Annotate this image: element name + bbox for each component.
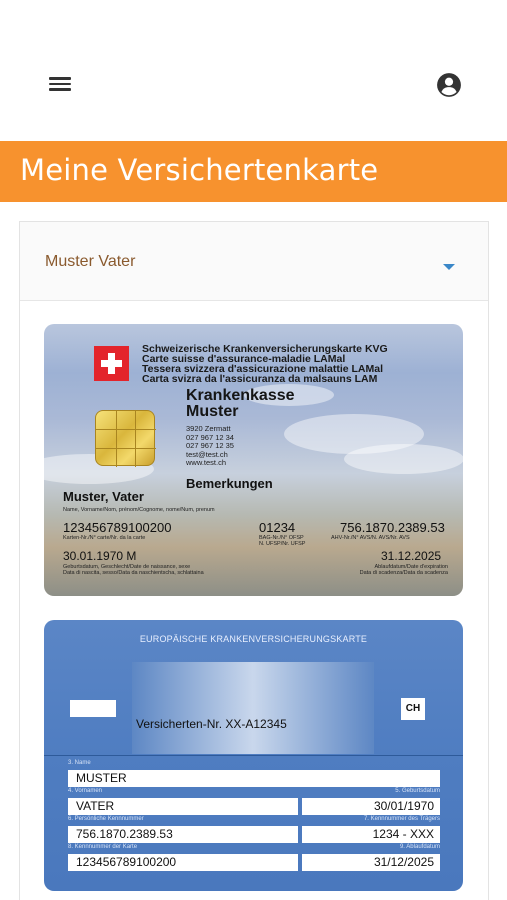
holder-caption: Name, Vorname/Nom, prénom/Cognome, nome/… (63, 507, 215, 513)
birth-date: 30.01.1970 M (63, 549, 137, 563)
card-number-caption: Karten-Nr./N° carte/Nr. da la carte (63, 535, 146, 541)
insured-person-dropdown[interactable]: Muster Vater (20, 222, 488, 301)
label-card-nr: 8. Kennnummer der Karte (68, 844, 138, 850)
remarks-label: Bemerkungen (186, 476, 273, 491)
label-personal-nr: 6. Persönliche Kennnummer (68, 816, 144, 822)
label-insurer-nr: 7. Kennnummer des Trägers (363, 816, 440, 822)
label-expiry: 9. Ablaufdatum (399, 844, 440, 850)
field-insurer-nr: 1234 - XXX (302, 826, 440, 843)
insurer-name: Krankenkasse Muster (186, 387, 295, 420)
field-personal-nr: 756.1870.2389.53 (68, 826, 298, 843)
top-app-bar (0, 0, 507, 140)
ahv-number: 756.1870.2389.53 (340, 520, 445, 535)
card-header-text: Schweizerische Krankenversicherungskarte… (142, 343, 388, 385)
country-code: CH (401, 698, 425, 720)
hamburger-menu-icon[interactable] (47, 74, 73, 96)
field-name: MUSTER (68, 770, 440, 787)
swiss-insurance-card-image: Schweizerische Krankenversicherungskarte… (44, 324, 463, 596)
birth-caption: Geburtsdatum, Geschlecht/Date de naissan… (63, 564, 204, 576)
expiry-caption: Ablaufdatum/Date d'expiration Data di sc… (359, 564, 448, 576)
field-expiry: 31/12/2025 (302, 854, 440, 871)
chip-icon (95, 410, 156, 467)
label-name: 3. Name (68, 760, 91, 766)
field-card-nr: 123456789100200 (68, 854, 298, 871)
label-firstname: 4. Vornamen (68, 788, 103, 794)
field-birth: 30/01/1970 (302, 798, 440, 815)
expiry-date: 31.12.2025 (381, 549, 442, 563)
selected-insured-name: Muster Vater (45, 253, 136, 270)
field-firstname: VATER (68, 798, 298, 815)
label-birth: 5. Geburtsdatum (395, 788, 440, 794)
ahv-caption: AHV-Nr./N° AVS/N. AVS/Nr. AVS (331, 535, 410, 541)
page-title-bar: Meine Versichertenkarte (0, 141, 507, 202)
caret-down-icon (443, 264, 455, 270)
bag-caption: BAG-Nr./N° OFSP N. UFSP/Nr. UFSP (259, 535, 306, 547)
eu-card-center-band (132, 662, 374, 754)
page-title: Meine Versichertenkarte (20, 153, 379, 187)
swiss-flag-icon (94, 346, 129, 381)
holder-name: Muster, Vater (63, 489, 144, 504)
bag-number: 01234 (259, 520, 296, 535)
account-circle-icon[interactable] (436, 72, 462, 98)
european-insurance-card-image: EUROPÄISCHE KRANKENVERSICHERUNGSKARTE CH… (44, 620, 463, 891)
insurer-address: 3920 Zermatt 027 967 12 34 027 967 12 35… (186, 424, 234, 467)
eu-card-divider (44, 755, 463, 756)
eu-card-blank-box (70, 700, 116, 717)
insured-number: Versicherten-Nr. XX-A12345 (136, 717, 287, 731)
card-number: 123456789100200 (63, 520, 172, 535)
eu-card-title: EUROPÄISCHE KRANKENVERSICHERUNGSKARTE (139, 634, 368, 644)
